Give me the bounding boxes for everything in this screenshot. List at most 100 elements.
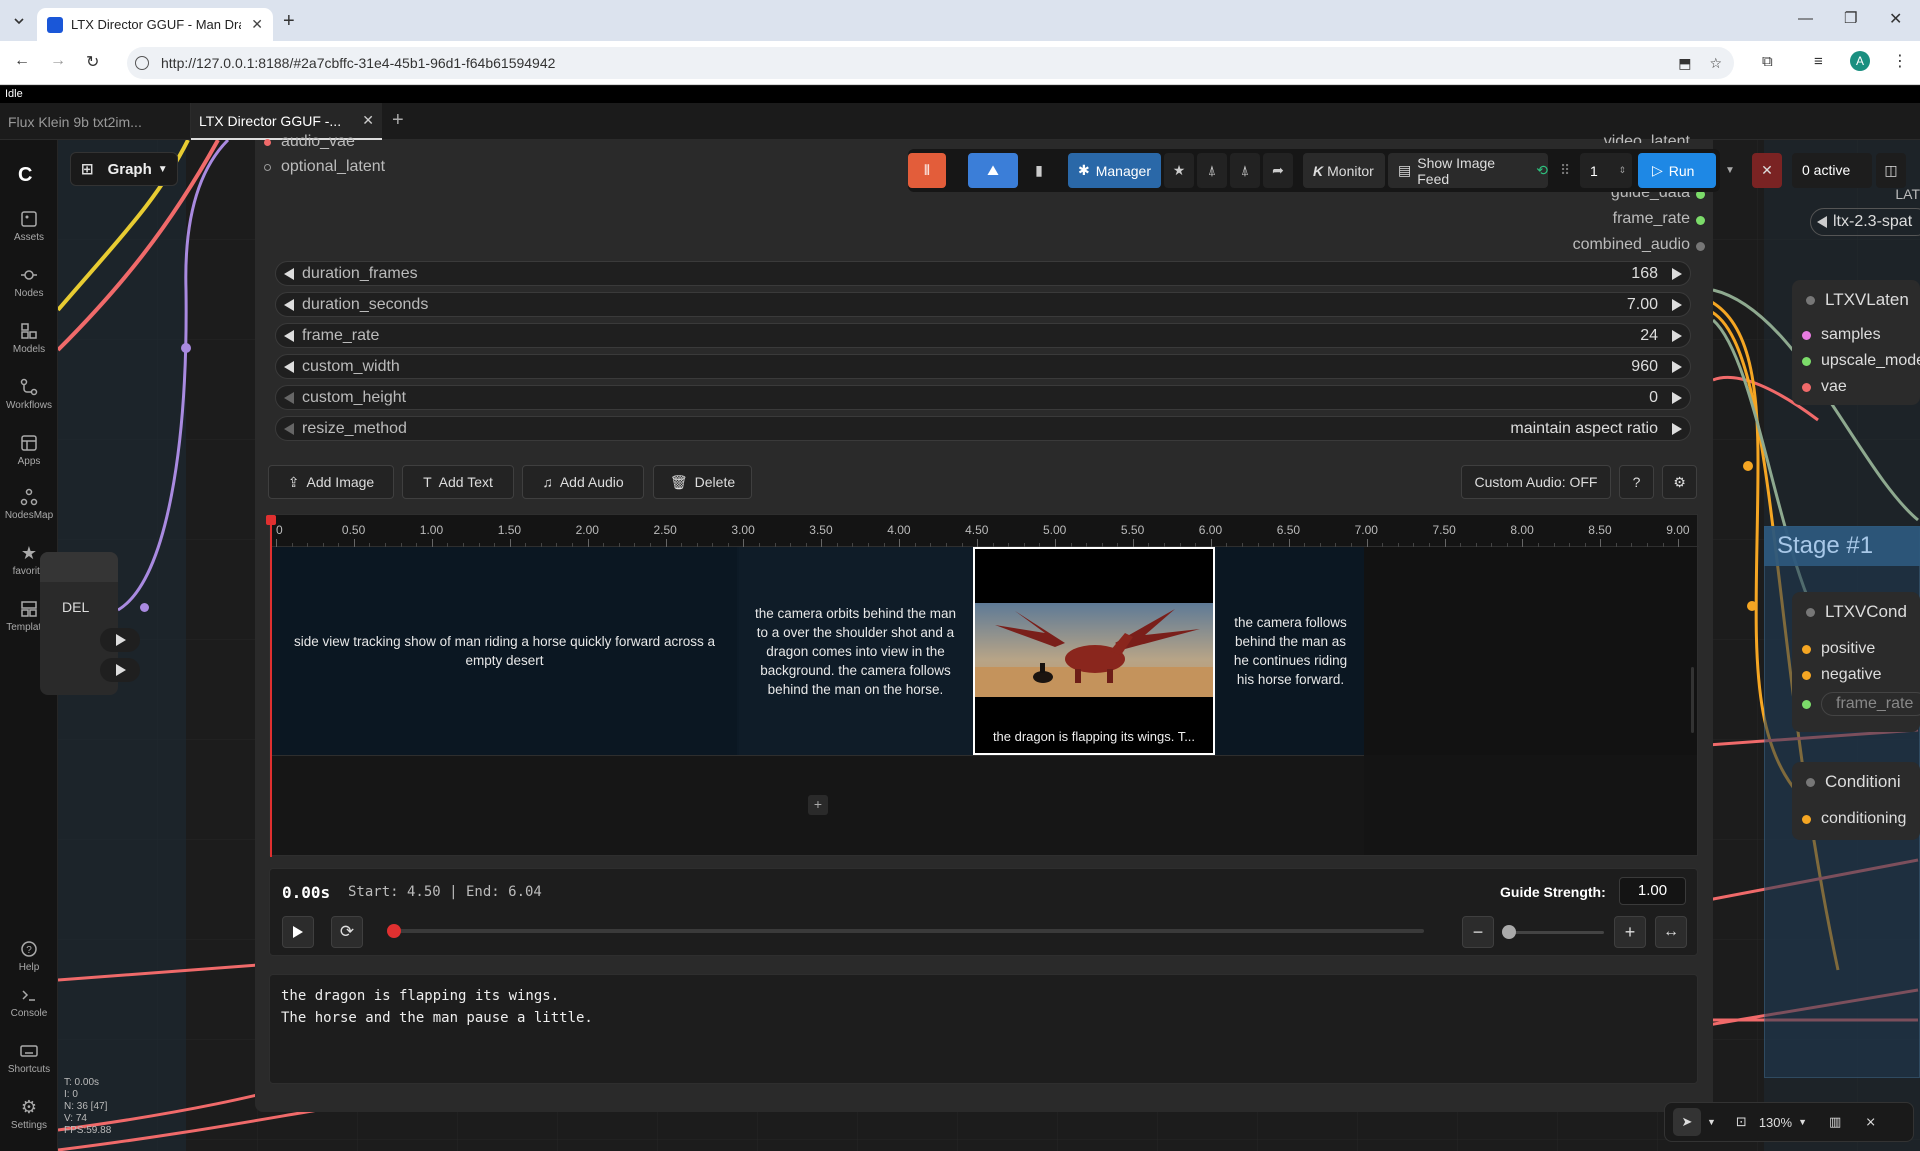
forward-arrow-icon[interactable]: → bbox=[50, 52, 66, 70]
increment-arrow-icon[interactable] bbox=[1672, 329, 1682, 342]
increment-arrow-icon[interactable] bbox=[1672, 298, 1682, 311]
timeline-scrollbar[interactable] bbox=[1691, 667, 1694, 733]
sidebar-item-models[interactable]: Models bbox=[0, 322, 58, 355]
widget-custom-width[interactable]: custom_width 960 bbox=[275, 354, 1691, 379]
widget-resize-method[interactable]: resize_method maintain aspect ratio bbox=[275, 416, 1691, 441]
increment-arrow-icon[interactable] bbox=[1672, 360, 1682, 373]
increment-arrow-icon[interactable] bbox=[1672, 391, 1682, 404]
toggle-panel-button[interactable]: ◫ bbox=[1876, 153, 1906, 188]
bookmark-button[interactable]: ▮ bbox=[1024, 153, 1054, 188]
run-button[interactable]: ▷ Run bbox=[1638, 153, 1716, 188]
monitor-button[interactable]: K Monitor bbox=[1303, 153, 1385, 188]
playhead-handle[interactable] bbox=[266, 515, 276, 525]
sidebar-item-settings[interactable]: ⚙ Settings bbox=[0, 1098, 58, 1131]
minimize-window-button[interactable]: — bbox=[1798, 10, 1813, 27]
crystools-button[interactable]: ⛰ bbox=[968, 153, 1018, 188]
run-options-dropdown[interactable]: ▼ bbox=[1720, 153, 1740, 188]
timeline-playhead[interactable] bbox=[270, 515, 272, 857]
browser-menu-icon[interactable]: ⋮ bbox=[1892, 51, 1908, 71]
timeline-empty-area[interactable] bbox=[1364, 547, 1697, 755]
workflow-tab-flux[interactable]: Flux Klein 9b txt2im... bbox=[0, 103, 191, 140]
increment-arrow-icon[interactable] bbox=[1672, 267, 1682, 280]
fit-view-icon[interactable]: ⊡ bbox=[1736, 1114, 1747, 1130]
tab-list-button[interactable] bbox=[8, 10, 30, 32]
decrement-arrow-icon[interactable] bbox=[284, 360, 294, 373]
zoom-in-button[interactable]: + bbox=[1614, 916, 1646, 948]
comfy-logo-icon[interactable]: C bbox=[18, 164, 32, 187]
manager-button[interactable]: ✱ Manager bbox=[1068, 153, 1161, 188]
restore-window-button[interactable]: ❐ bbox=[1844, 9, 1857, 27]
node-input-conditioning[interactable]: conditioning bbox=[1802, 810, 1906, 828]
decrement-arrow-icon[interactable] bbox=[284, 391, 294, 404]
custom-audio-toggle[interactable]: Custom Audio: OFF bbox=[1461, 465, 1611, 499]
widget-custom-height[interactable]: custom_height 0 bbox=[275, 385, 1691, 410]
browser-tab-active[interactable]: LTX Director GGUF - Man Dragon ✕ bbox=[37, 8, 273, 41]
new-tab-button[interactable]: + bbox=[283, 10, 295, 33]
close-tab-icon[interactable]: ✕ bbox=[251, 16, 263, 33]
sidebar-item-nodesmap[interactable]: NodesMap bbox=[0, 488, 58, 521]
widget-duration-frames[interactable]: duration_frames 168 bbox=[275, 261, 1691, 286]
favorites-button[interactable]: ★ bbox=[1164, 153, 1194, 188]
active-queue-badge[interactable]: 0 active bbox=[1792, 153, 1872, 188]
profile-avatar[interactable]: A bbox=[1850, 51, 1870, 71]
sidebar-item-nodes[interactable]: Nodes bbox=[0, 266, 58, 299]
sidebar-item-console[interactable]: Console bbox=[0, 986, 58, 1019]
ltxv-conditioning-node[interactable]: LTXVCond positive negative frame_rate bbox=[1792, 592, 1920, 732]
pointer-tool-icon[interactable]: ➤ bbox=[1673, 1108, 1701, 1136]
add-track-button[interactable]: + bbox=[808, 795, 828, 815]
add-image-button[interactable]: ⇪ Add Image bbox=[268, 465, 394, 499]
time-ruler[interactable]: 0 0.50 1.00 1.50 2.00 2.50 3.00 3.50 4.00 4.50 5.0… bbox=[270, 515, 1699, 547]
back-arrow-icon[interactable]: ← bbox=[14, 52, 30, 70]
close-workflow-icon[interactable]: ✕ bbox=[362, 112, 374, 129]
hide-links-icon[interactable]: ⨯ bbox=[1865, 1114, 1876, 1130]
queue-count-input[interactable]: 1 ⇕ bbox=[1580, 153, 1632, 188]
extensions-icon[interactable]: ⧉ bbox=[1762, 53, 1773, 70]
decrement-arrow-icon[interactable] bbox=[284, 267, 294, 280]
sidebar-item-help[interactable]: ? Help bbox=[0, 940, 58, 973]
cancel-button[interactable]: ✕ bbox=[1752, 153, 1782, 188]
zoom-slider-knob[interactable] bbox=[1502, 925, 1516, 939]
site-info-icon[interactable] bbox=[135, 56, 149, 70]
graph-selector[interactable]: ⊞ Graph ▼ bbox=[70, 152, 178, 186]
add-text-button[interactable]: T Add Text bbox=[402, 465, 514, 499]
model-button-2[interactable]: ⍋ bbox=[1230, 153, 1260, 188]
output-dot[interactable] bbox=[1696, 242, 1705, 251]
address-bar[interactable]: http://127.0.0.1:8188/#2a7cbffc-31e4-45b… bbox=[127, 47, 1734, 79]
left-node-play-button-1[interactable] bbox=[100, 628, 140, 652]
decrement-arrow-icon[interactable] bbox=[284, 298, 294, 311]
sidebar-item-workflows[interactable]: Workflows bbox=[0, 378, 58, 411]
sidebar-item-shortcuts[interactable]: Shortcuts bbox=[0, 1042, 58, 1075]
add-audio-button[interactable]: ♫ Add Audio bbox=[522, 465, 644, 499]
drag-handle-icon[interactable]: ⠿ bbox=[1560, 153, 1576, 188]
node-widget-frame-rate[interactable]: frame_rate bbox=[1802, 692, 1920, 716]
chevron-down-icon[interactable]: ▼ bbox=[1707, 1117, 1716, 1127]
node-input-upscale-mode[interactable]: upscale_mode bbox=[1802, 352, 1920, 370]
zoom-level[interactable]: 130% bbox=[1759, 1115, 1792, 1130]
new-workflow-button[interactable]: + bbox=[392, 109, 404, 132]
timeline-clip-4[interactable]: the camera follows behind the man as he … bbox=[1217, 547, 1364, 755]
increment-arrow-icon[interactable] bbox=[1672, 422, 1682, 435]
guide-strength-input[interactable]: 1.00 bbox=[1619, 877, 1686, 905]
conditioning-node[interactable]: Conditioni conditioning bbox=[1792, 762, 1920, 840]
output-dot[interactable] bbox=[1696, 216, 1705, 225]
node-input-vae[interactable]: vae bbox=[1802, 378, 1847, 396]
audio-bars-button[interactable]: ⦀ bbox=[908, 153, 946, 188]
scrub-knob[interactable] bbox=[387, 924, 401, 938]
sidebar-item-apps[interactable]: Apps bbox=[0, 434, 58, 467]
sidebar-item-assets[interactable]: Assets bbox=[0, 210, 58, 243]
show-image-feed-button[interactable]: ▤ Show Image Feed ⟲ bbox=[1388, 153, 1548, 188]
share-button[interactable]: ➦ bbox=[1263, 153, 1293, 188]
close-window-button[interactable]: ✕ bbox=[1889, 9, 1902, 29]
decrement-arrow-icon[interactable] bbox=[284, 422, 294, 435]
chevron-down-icon[interactable]: ▼ bbox=[1798, 1117, 1807, 1127]
widget-frame-rate[interactable]: frame_rate 24 bbox=[275, 323, 1691, 348]
left-node-play-button-2[interactable] bbox=[100, 658, 140, 682]
widget-duration-seconds[interactable]: duration_seconds 7.00 bbox=[275, 292, 1691, 317]
install-app-icon[interactable]: ⬒ bbox=[1678, 55, 1691, 72]
scrub-bar[interactable] bbox=[387, 924, 1424, 938]
model-button-1[interactable]: ⍋ bbox=[1197, 153, 1227, 188]
left-model-node[interactable]: DEL bbox=[40, 552, 149, 695]
bookmark-star-icon[interactable]: ☆ bbox=[1709, 55, 1722, 72]
zoom-out-button[interactable]: − bbox=[1462, 916, 1494, 948]
reload-icon[interactable]: ↻ bbox=[86, 52, 99, 72]
